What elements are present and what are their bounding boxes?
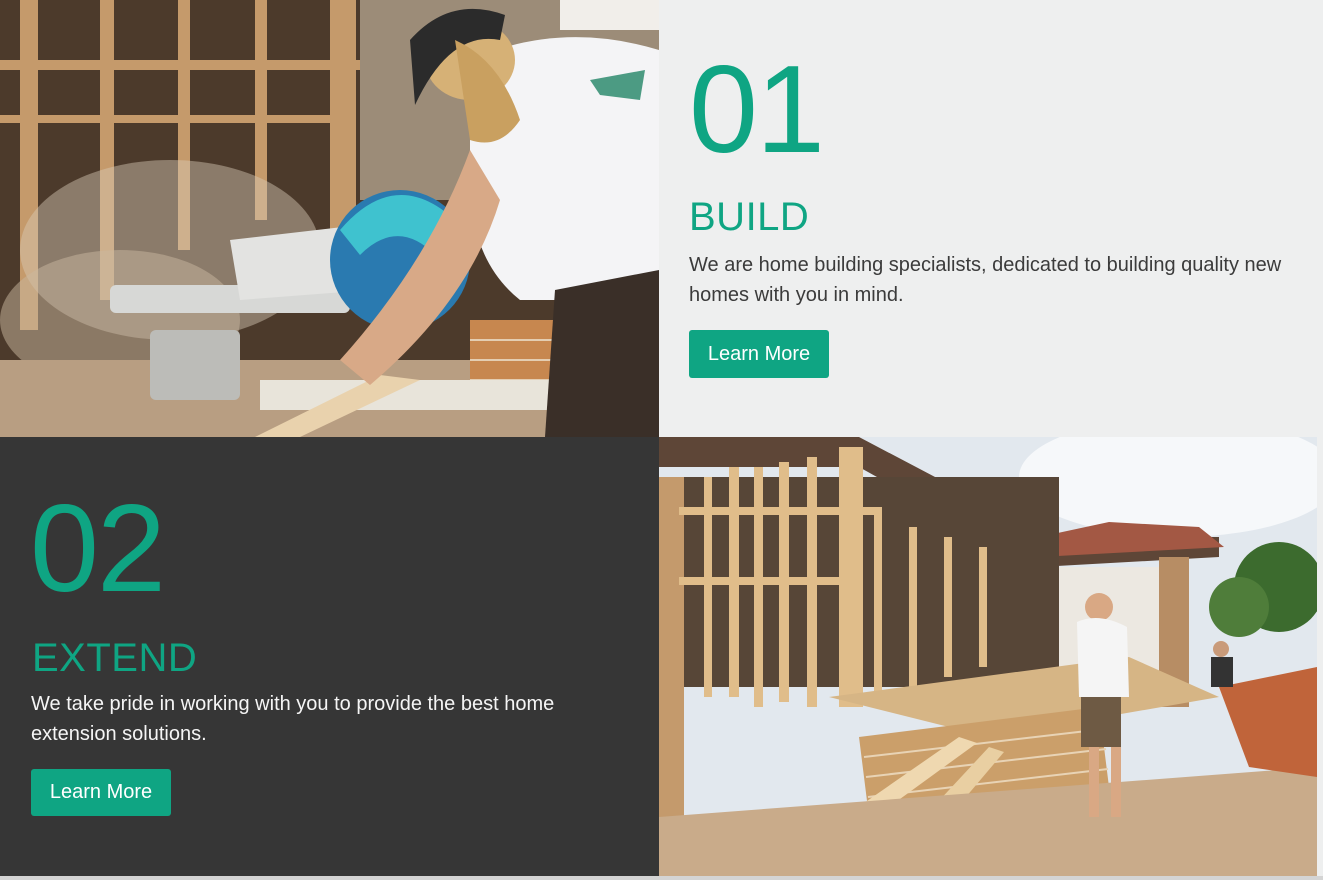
services-grid: 01 BUILD We are home building specialist…: [0, 0, 1323, 876]
extend-panel: 02 EXTEND We take pride in working with …: [0, 437, 659, 876]
build-panel: 01 BUILD We are home building specialist…: [659, 0, 1323, 437]
learn-more-extend-button[interactable]: Learn More: [31, 769, 171, 816]
section-title: EXTEND: [32, 636, 198, 680]
section-description: We are home building specialists, dedica…: [689, 254, 1282, 306]
section-title: BUILD: [689, 195, 810, 239]
learn-more-build-button[interactable]: Learn More: [689, 330, 829, 378]
section-number: 01: [689, 41, 825, 179]
extend-photo: [659, 437, 1317, 876]
section-number: 02: [30, 480, 166, 618]
bottom-edge: [0, 876, 1323, 880]
build-photo: [0, 0, 659, 437]
section-description: We take pride in working with you to pro…: [31, 693, 555, 745]
extend-photo-illustration: [659, 437, 1317, 876]
build-photo-illustration: [0, 0, 659, 437]
page-edge-strip: [1317, 437, 1323, 876]
